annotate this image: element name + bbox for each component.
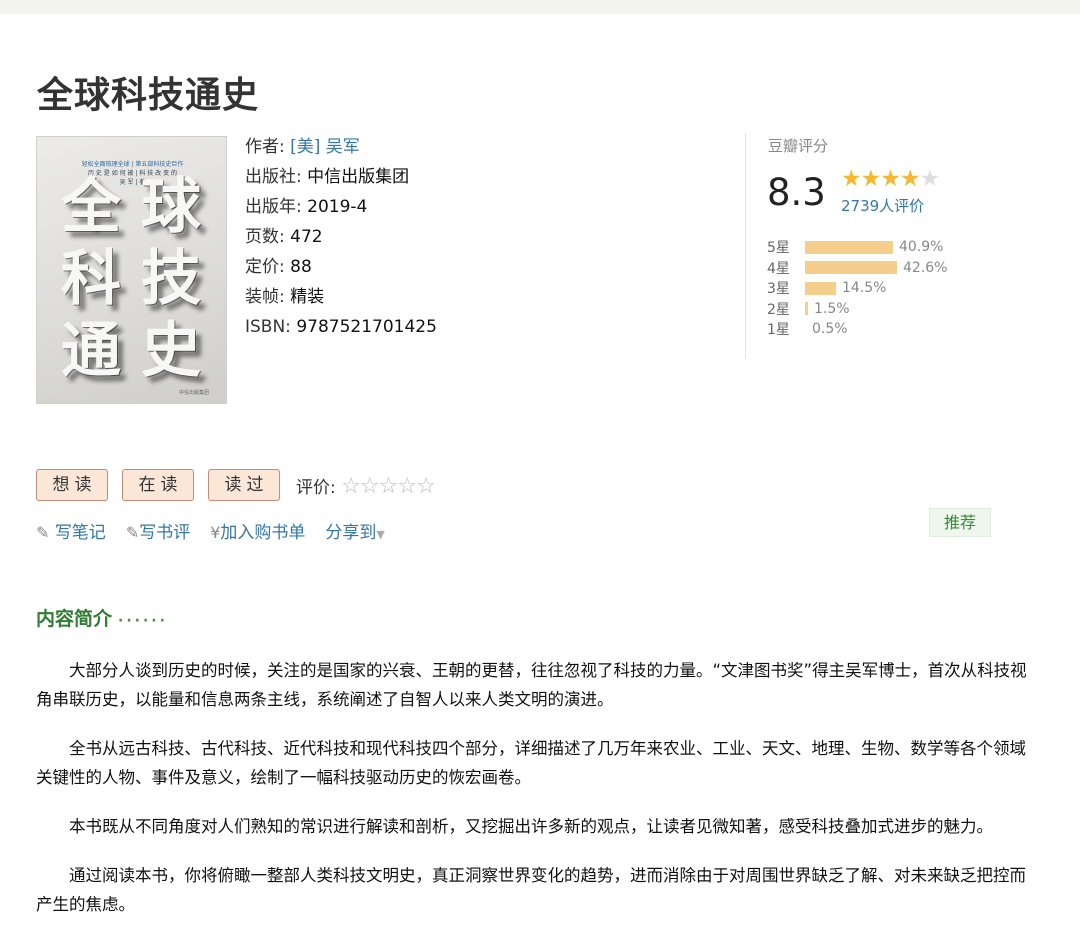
star-outline-icon[interactable]: ☆ bbox=[341, 474, 361, 499]
cover-char: 技 bbox=[141, 244, 201, 314]
star-outline-icon[interactable]: ☆ bbox=[360, 474, 380, 499]
info-label: 出版社: bbox=[245, 167, 308, 187]
info-value: 88 bbox=[290, 257, 312, 277]
intro-paragraph: 本书既从不同角度对人们熟知的常识进行解读和剖析，又挖掘出许多新的观点，让读者见微… bbox=[69, 817, 993, 836]
rating-percent: 42.6% bbox=[903, 259, 948, 276]
star-outline-icon[interactable]: ☆ bbox=[379, 474, 399, 499]
page-title: 全球科技通史 bbox=[37, 75, 260, 116]
info-label: 出版年: bbox=[245, 197, 308, 217]
rating-bar-row: 5星 40.9% bbox=[767, 237, 947, 258]
intro-heading: 内容简介 ······ bbox=[36, 604, 168, 631]
my-rating: 评价: ☆☆☆☆☆ bbox=[296, 473, 436, 499]
intro-paragraph: 通过阅读本书，你将俯瞰一整部人类科技文明史，真正洞察世界变化的趋势，进而消除由于… bbox=[36, 866, 1026, 914]
info-label: ISBN: bbox=[245, 317, 297, 337]
recommend-button[interactable]: 推荐 bbox=[929, 508, 991, 537]
rating-level: 5星 bbox=[767, 240, 790, 257]
info-label: 装帧: bbox=[245, 287, 291, 307]
rating-level: 2星 bbox=[767, 301, 790, 318]
rating-bar bbox=[805, 323, 806, 336]
rating-stars: ★★★★★ bbox=[841, 166, 941, 192]
star-icon: ★ bbox=[880, 166, 901, 192]
rating-percent: 1.5% bbox=[814, 300, 850, 317]
rating-bar bbox=[805, 261, 897, 275]
cover-char: 通 bbox=[61, 316, 121, 386]
intro-text: 大部分人谈到历史的时候，关注的是国家的兴衰、王朝的更替，往往忽视了科技的力量。“… bbox=[36, 656, 1036, 919]
pencil-icon: ✎ bbox=[36, 523, 50, 542]
info-value: 2019-4 bbox=[307, 197, 368, 217]
cover-char: 全 bbox=[61, 172, 121, 242]
chevron-down-icon: ▼ bbox=[376, 528, 385, 541]
have-read-button[interactable]: 读过 bbox=[208, 469, 280, 501]
book-info: 作者: [美] 吴军 出版社: 中信出版集团 出版年: 2019-4 页数: 4… bbox=[245, 136, 437, 346]
rating-percent: 40.9% bbox=[899, 239, 944, 256]
yen-icon: ¥ bbox=[210, 523, 221, 542]
top-bar bbox=[0, 0, 1080, 14]
rating-level: 3星 bbox=[767, 281, 790, 298]
rating-bar-row: 1星 0.5% bbox=[767, 319, 947, 340]
rating-label: 豆瓣评分 bbox=[768, 137, 829, 155]
cover-char: 史 bbox=[141, 316, 201, 386]
info-label: 定价: bbox=[245, 257, 291, 277]
info-year: 出版年: 2019-4 bbox=[245, 196, 437, 226]
rating-bar-row: 4星 42.6% bbox=[767, 258, 947, 279]
rating-score: 8.3 bbox=[767, 171, 826, 214]
info-pages: 页数: 472 bbox=[245, 226, 437, 256]
info-binding: 装帧: 精装 bbox=[245, 286, 437, 316]
rating-level: 4星 bbox=[767, 260, 790, 277]
cover-tagline: 轻松全面梳理全球 | 第五部科技史巨作 bbox=[81, 161, 184, 168]
rating-bar bbox=[805, 240, 893, 254]
share-dropdown[interactable]: 分享到▼ bbox=[325, 523, 384, 543]
info-label: 页数: bbox=[245, 227, 291, 247]
write-note-link[interactable]: ✎ 写笔记 bbox=[36, 523, 106, 543]
rating-bar bbox=[805, 302, 808, 316]
star-icon: ★ bbox=[841, 166, 862, 192]
action-links: ✎ 写笔记 ✎写书评 ¥加入购书单 分享到▼ bbox=[36, 518, 405, 543]
rating-level: 1星 bbox=[767, 322, 790, 339]
info-value: 中信出版集团 bbox=[307, 167, 410, 187]
my-rating-label: 评价: bbox=[296, 478, 342, 498]
want-to-read-button[interactable]: 想读 bbox=[36, 469, 108, 501]
author-link[interactable]: [美] 吴军 bbox=[290, 137, 360, 157]
rating-percent: 14.5% bbox=[842, 280, 887, 297]
rating-percent: 0.5% bbox=[812, 321, 848, 338]
share-label: 分享到 bbox=[325, 523, 377, 543]
rating-count-link[interactable]: 2739人评价 bbox=[841, 195, 924, 216]
douban-rating-panel: 豆瓣评分 8.3 ★★★★★ 2739人评价 5星 40.9% 4星 42.6%… bbox=[745, 133, 975, 359]
star-icon: ★ bbox=[860, 166, 882, 192]
reading-button[interactable]: 在读 bbox=[122, 469, 194, 501]
book-cover[interactable]: 轻松全面梳理全球 | 第五部科技史巨作 历 史 是 如 何 被 | 科 技 改 … bbox=[36, 136, 227, 404]
info-value: 9787521701425 bbox=[296, 317, 437, 337]
rating-bar bbox=[805, 281, 836, 295]
cover-char: 球 bbox=[141, 172, 201, 242]
pencil-icon: ✎ bbox=[125, 523, 140, 542]
rating-bar-row: 2星 1.5% bbox=[767, 299, 947, 320]
star-icon: ★ bbox=[899, 166, 921, 192]
info-isbn: ISBN: 9787521701425 bbox=[245, 316, 437, 346]
info-author: 作者: [美] 吴军 bbox=[245, 136, 437, 166]
star-icon: ★ bbox=[919, 166, 941, 192]
info-value: 精装 bbox=[290, 287, 325, 307]
intro-heading-text: 内容简介 bbox=[36, 608, 113, 630]
write-review-link[interactable]: ✎写书评 bbox=[126, 523, 190, 543]
write-review-label: 写书评 bbox=[139, 523, 191, 543]
cover-char: 科 bbox=[61, 244, 121, 314]
star-outline-icon[interactable]: ☆ bbox=[416, 474, 436, 499]
info-price: 定价: 88 bbox=[245, 256, 437, 286]
rating-distribution: 5星 40.9% 4星 42.6% 3星 14.5% 2星 1.5% 1星 0.… bbox=[767, 237, 947, 340]
heading-dots: ······ bbox=[118, 613, 168, 629]
info-label: 作者: bbox=[245, 137, 291, 157]
info-publisher: 出版社: 中信出版集团 bbox=[245, 166, 437, 196]
cover-publisher-mark: 中信出版集团 bbox=[179, 390, 210, 396]
info-value: 472 bbox=[290, 227, 323, 247]
write-note-label: 写笔记 bbox=[54, 523, 106, 543]
star-outline-icon[interactable]: ☆ bbox=[397, 474, 417, 499]
add-to-cart-label: 加入购书单 bbox=[220, 523, 306, 543]
add-to-cart-link[interactable]: ¥加入购书单 bbox=[210, 523, 305, 543]
rating-bar-row: 3星 14.5% bbox=[767, 278, 947, 299]
intro-paragraph: 大部分人谈到历史的时候，关注的是国家的兴衰、王朝的更替，往往忽视了科技的力量。“… bbox=[36, 661, 1027, 709]
intro-paragraph: 全书从远古科技、古代科技、近代科技和现代科技四个部分，详细描述了几万年来农业、工… bbox=[36, 739, 1026, 787]
